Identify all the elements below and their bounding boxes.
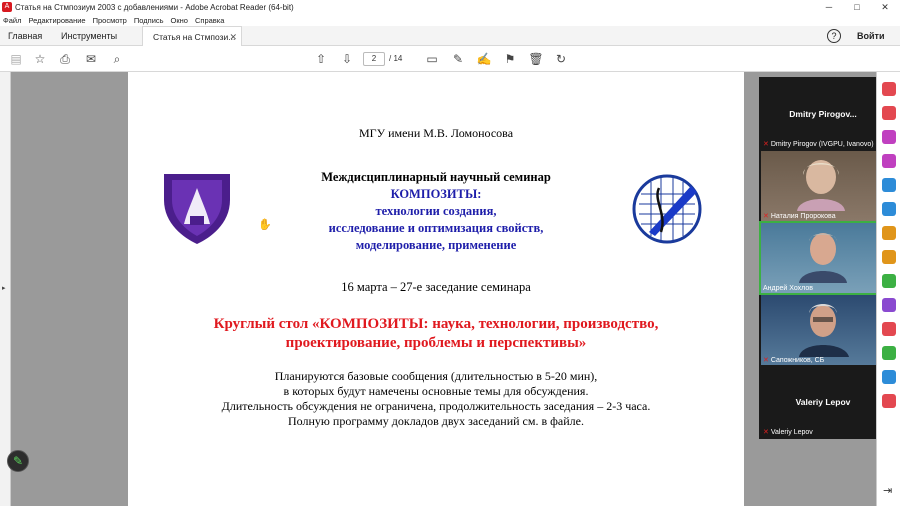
help-icon[interactable]: ? [827, 29, 841, 43]
close-button[interactable]: ✕ [871, 0, 899, 14]
body-line-4: Полную программу докладов двух заседаний… [288, 414, 584, 428]
menu-edit[interactable]: Редактирование [28, 16, 85, 25]
tool-send-icon[interactable] [882, 346, 896, 360]
window-title-bar: A Статья на Стмпозиум 2003 с добавлениям… [0, 0, 900, 14]
zoom-participants-panel[interactable]: ✋ Dmitry Pirogov... ✕Dmitry Pirogov (IVG… [759, 77, 887, 439]
tab-close-icon[interactable]: ✕ [229, 27, 237, 47]
stamp-icon[interactable]: ⚑ [502, 51, 518, 67]
roundtable-line-1: Круглый стол «КОМПОЗИТЫ: наука, технолог… [213, 316, 659, 332]
right-tools-panel: ⇥ [876, 72, 900, 506]
participant-big-name: Valeriy Lepov [795, 397, 851, 407]
menu-view[interactable]: Просмотр [93, 16, 127, 25]
page-up-icon[interactable]: ⇧ [313, 51, 329, 67]
left-panel[interactable]: ▸ [0, 72, 11, 506]
participant-tile[interactable]: ✕ Наталия Пророкова [761, 151, 885, 221]
expand-arrow-icon[interactable]: ▸ [2, 284, 6, 292]
menu-window[interactable]: Окно [171, 16, 188, 25]
tab-bar: Главная Инструменты Статья на Стмпози...… [0, 26, 900, 47]
minimize-button[interactable]: ─ [815, 0, 843, 14]
participant-tile[interactable]: Dmitry Pirogov... ✕ Dmitry Pirogov (IVGPU… [761, 79, 885, 149]
participant-tile[interactable]: Valeriy Lepov ✕ Valeriy Lepov [761, 367, 885, 437]
participant-video [799, 304, 849, 357]
topic-line-4: моделирование, применение [355, 238, 517, 252]
highlight-pen-icon[interactable]: ✎ [450, 51, 466, 67]
tool-export-pdf-icon[interactable] [882, 82, 896, 96]
tool-organize-icon[interactable] [882, 202, 896, 216]
muted-mic-icon: ✕ [763, 357, 769, 364]
tool-sign-icon[interactable] [882, 226, 896, 240]
sign-icon[interactable]: ✍ [476, 51, 492, 67]
email-icon[interactable]: ✉ [83, 51, 99, 67]
tool-combine-icon[interactable] [882, 178, 896, 192]
tool-fill-icon[interactable] [882, 250, 896, 264]
tab-document[interactable]: Статья на Стмпози... ✕ [142, 26, 242, 47]
tab-home[interactable]: Главная [8, 26, 42, 46]
participant-tile-active[interactable]: Андрей Хохлов [759, 221, 887, 295]
delete-icon[interactable]: 🗑 [528, 51, 544, 67]
participant-name: ✕ Dmitry Pirogov (IVGPU, Ivanovo) [763, 141, 874, 148]
body-line-1: Планируются базовые сообщения (длительно… [274, 369, 598, 383]
participant-name: ✕ Сапожников, СБ [763, 357, 825, 364]
participant-name: Андрей Хохлов [763, 285, 813, 292]
body-line-3: Длительность обсуждения не ограничена, п… [221, 399, 651, 413]
tool-more-icon[interactable] [882, 394, 896, 408]
maximize-button[interactable]: □ [843, 0, 871, 14]
menu-bar: Файл Редактирование Просмотр Подпись Окн… [0, 14, 900, 26]
body-line-2: в которых будут намечены основные темы д… [283, 384, 589, 398]
seminar-title: Междисциплинарный научный семинар [321, 170, 551, 184]
tool-comment-icon[interactable] [882, 130, 896, 144]
tool-create-pdf-icon[interactable] [882, 106, 896, 120]
participant-tile[interactable]: ✕ Сапожников, СБ [761, 295, 885, 365]
comment-icon[interactable]: ▭ [424, 51, 440, 67]
tool-scan-icon[interactable] [882, 370, 896, 384]
rotate-icon[interactable]: ↻ [553, 51, 569, 67]
muted-mic-icon: ✕ [763, 141, 769, 148]
pdf-page: ✋ МГУ имени М.В. Ломоносова Междисциплин… [128, 72, 744, 506]
menu-help[interactable]: Справка [195, 16, 224, 25]
tool-compress-icon[interactable] [882, 322, 896, 336]
date-line: 16 марта – 27-е заседание семинара [341, 280, 531, 294]
tool-edit-icon[interactable] [882, 154, 896, 168]
roundtable-line-2: проектирование, проблемы и перспективы» [285, 335, 587, 351]
annotate-pencil-icon[interactable]: ✎ [7, 450, 29, 472]
search-icon[interactable]: ⌕ [109, 51, 125, 67]
window-title: Статья на Стмпозиум 2003 с добавлениями … [15, 2, 294, 12]
tab-document-label: Статья на Стмпози... [153, 32, 236, 42]
topic-line-2: технологии создания, [375, 204, 497, 218]
participant-big-name: Dmitry Pirogov... [789, 109, 857, 119]
topic-line-3: исследование и оптимизация свойств, [328, 221, 544, 235]
page-total: / 14 [389, 54, 403, 63]
university-name: МГУ имени М.В. Ломоносова [358, 126, 514, 140]
toolbar: ▤ ☆ ⎙ ✉ ⌕ ⇧ ⇩ 2 / 14 ▭ ✎ ✍ ⚑ 🗑 ↻ [0, 46, 900, 72]
acrobat-icon: A [2, 2, 12, 12]
page-number-input[interactable]: 2 [363, 52, 385, 66]
tool-share-icon[interactable] [882, 274, 896, 288]
menu-file[interactable]: Файл [3, 16, 21, 25]
participant-video [799, 233, 847, 283]
tool-protect-icon[interactable] [882, 298, 896, 312]
tab-tools[interactable]: Инструменты [61, 26, 117, 46]
bookmark-star-icon[interactable]: ☆ [32, 51, 48, 67]
participant-video [797, 160, 845, 211]
participant-name: ✕ Valeriy Lepov [763, 429, 813, 436]
save-icon[interactable]: ▤ [8, 51, 24, 67]
print-icon[interactable]: ⎙ [57, 51, 73, 67]
menu-sign[interactable]: Подпись [134, 16, 164, 25]
participant-name: ✕ Наталия Пророкова [763, 213, 836, 220]
page-down-icon[interactable]: ⇩ [339, 51, 355, 67]
signin-button[interactable]: Войти [857, 26, 884, 46]
muted-mic-icon: ✕ [763, 213, 769, 220]
topic-line-1: КОМПОЗИТЫ: [390, 187, 482, 201]
muted-mic-icon: ✕ [763, 429, 769, 436]
collapse-panel-icon[interactable]: ⇥ [883, 484, 892, 497]
